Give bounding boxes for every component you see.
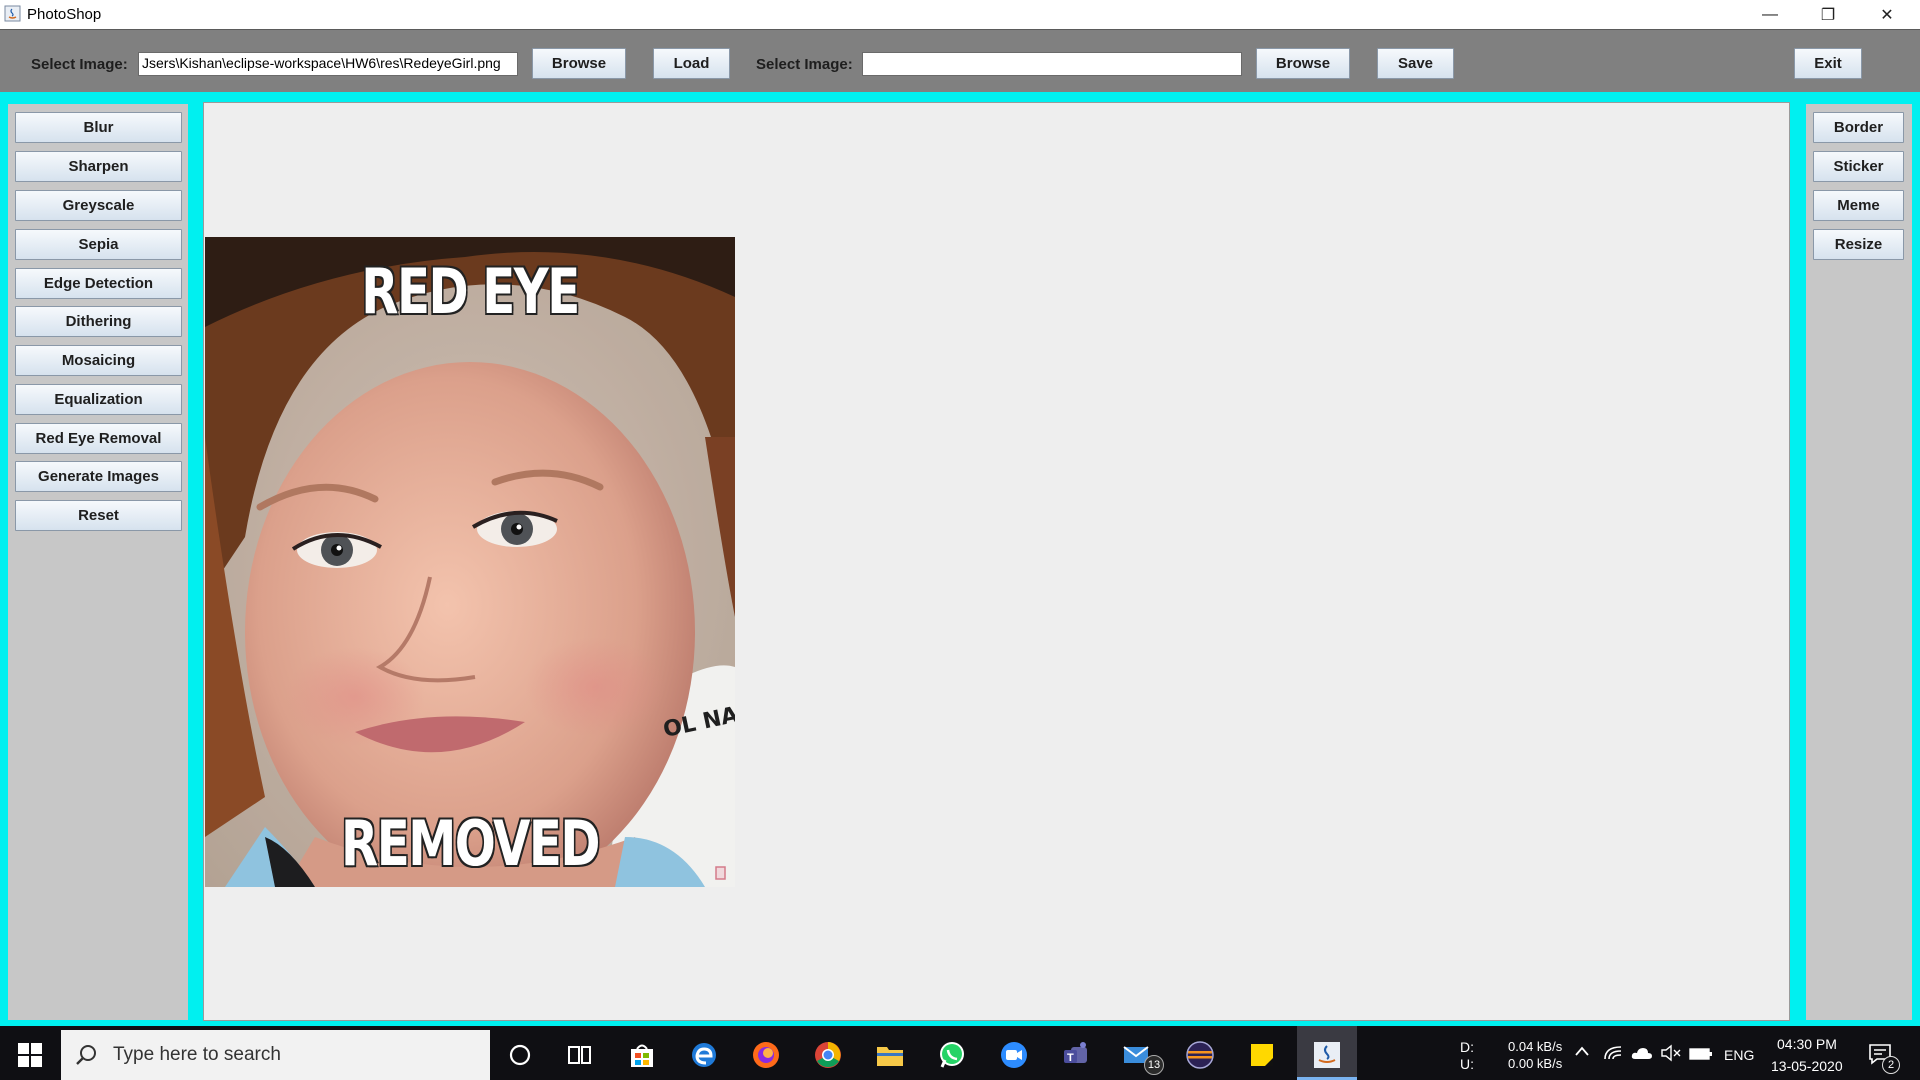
task-view-icon[interactable] xyxy=(560,1035,600,1075)
clock-date[interactable]: 13-05-2020 xyxy=(1771,1058,1843,1074)
title-bar xyxy=(0,0,1920,29)
zoom-icon[interactable] xyxy=(994,1035,1034,1075)
battery-icon[interactable] xyxy=(1689,1047,1713,1063)
red-eye-removal-button[interactable]: Red Eye Removal xyxy=(15,423,182,454)
chevron-up-icon[interactable] xyxy=(1574,1044,1590,1061)
clock-time[interactable]: 04:30 PM xyxy=(1777,1036,1837,1052)
java-app-icon xyxy=(4,5,21,22)
browse-button-1[interactable]: Browse xyxy=(532,48,626,79)
close-button[interactable]: ✕ xyxy=(1858,0,1916,29)
java-icon[interactable] xyxy=(1307,1035,1347,1075)
window-title: PhotoShop xyxy=(27,6,102,23)
image-path-input-1[interactable]: Jsers\Kishan\eclipse-workspace\HW6\res\R… xyxy=(138,52,518,76)
net-down-speed: 0.04 kB/s xyxy=(1508,1039,1563,1054)
sticker-button[interactable]: Sticker xyxy=(1813,151,1904,182)
sticky-notes-icon[interactable] xyxy=(1242,1035,1282,1075)
speaker-muted-icon[interactable] xyxy=(1660,1044,1682,1065)
greyscale-button[interactable]: Greyscale xyxy=(15,190,182,221)
file-explorer-icon[interactable] xyxy=(870,1035,910,1075)
notification-badge: 2 xyxy=(1882,1056,1900,1074)
equalization-button[interactable]: Equalization xyxy=(15,384,182,415)
net-up-label: U: xyxy=(1460,1056,1474,1072)
taskbar-search-box[interactable]: Type here to search xyxy=(61,1030,490,1080)
generate-images-button[interactable]: Generate Images xyxy=(15,461,182,492)
meme-bottom-text: REMOVED xyxy=(341,807,600,880)
load-button[interactable]: Load xyxy=(653,48,730,79)
blur-button[interactable]: Blur xyxy=(15,112,182,143)
net-down-label: D: xyxy=(1460,1039,1474,1055)
meme-button[interactable]: Meme xyxy=(1813,190,1904,221)
net-up-speed: 0.00 kB/s xyxy=(1508,1056,1563,1071)
sepia-button[interactable]: Sepia xyxy=(15,229,182,260)
save-button[interactable]: Save xyxy=(1377,48,1454,79)
language-indicator[interactable]: ENG xyxy=(1724,1047,1754,1063)
resize-button[interactable]: Resize xyxy=(1813,229,1904,260)
sharpen-button[interactable]: Sharpen xyxy=(15,151,182,182)
reset-button[interactable]: Reset xyxy=(15,500,182,531)
edge-icon[interactable] xyxy=(684,1035,724,1075)
dithering-button[interactable]: Dithering xyxy=(15,306,182,337)
edge-detection-button[interactable]: Edge Detection xyxy=(15,268,182,299)
mail-badge: 13 xyxy=(1144,1055,1164,1075)
teams-icon[interactable]: T xyxy=(1056,1035,1096,1075)
select-image-label-1: Select Image: xyxy=(31,56,128,73)
search-placeholder: Type here to search xyxy=(113,1044,281,1065)
browse-button-2[interactable]: Browse xyxy=(1256,48,1350,79)
portrait-image: OL NA xyxy=(205,237,735,887)
whatsapp-icon[interactable] xyxy=(932,1035,972,1075)
firefox-icon[interactable] xyxy=(746,1035,786,1075)
cortana-icon[interactable] xyxy=(500,1035,540,1075)
store-icon[interactable] xyxy=(622,1035,662,1075)
image-path-input-2[interactable] xyxy=(862,52,1242,76)
border-button[interactable]: Border xyxy=(1813,112,1904,143)
minimize-button[interactable]: — xyxy=(1741,0,1799,29)
exit-button[interactable]: Exit xyxy=(1794,48,1862,79)
svg-text:T: T xyxy=(1067,1052,1074,1064)
chrome-icon[interactable] xyxy=(808,1035,848,1075)
wifi-icon[interactable] xyxy=(1603,1043,1623,1064)
search-icon xyxy=(76,1045,96,1065)
select-image-label-2: Select Image: xyxy=(756,56,853,73)
onedrive-cloud-icon[interactable] xyxy=(1631,1046,1653,1063)
mosaicing-button[interactable]: Mosaicing xyxy=(15,345,182,376)
loaded-photo: OL NA RED EYE REMOVED xyxy=(205,237,735,887)
maximize-button[interactable]: ❐ xyxy=(1799,0,1857,29)
windows-start-icon[interactable] xyxy=(18,1043,42,1067)
eclipse-icon[interactable] xyxy=(1180,1035,1220,1075)
meme-top-text: RED EYE xyxy=(361,255,580,328)
